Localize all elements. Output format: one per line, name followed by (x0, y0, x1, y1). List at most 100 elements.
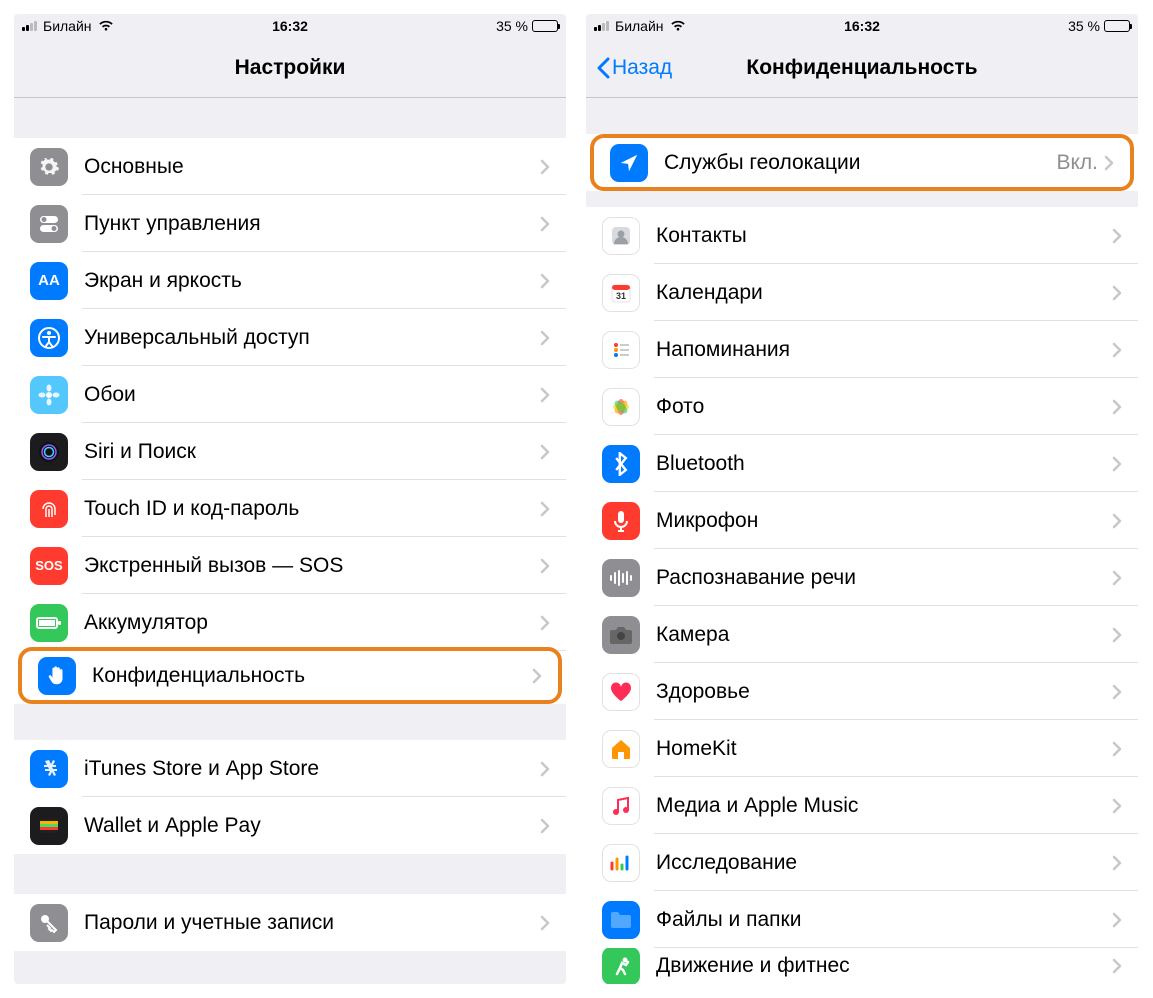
bt-icon (602, 445, 640, 483)
row-label: Файлы и папки (656, 908, 1112, 932)
AA-icon: AA (30, 262, 68, 300)
battery-label: 35 % (1068, 18, 1100, 34)
chevron-right-icon (1112, 456, 1122, 472)
gear-icon (30, 148, 68, 186)
chevron-right-icon (540, 387, 550, 403)
fitness-icon (602, 948, 640, 984)
chevron-right-icon (1112, 912, 1122, 928)
row-label: Напоминания (656, 338, 1112, 362)
row-label: Siri и Поиск (84, 440, 540, 464)
row-label: Touch ID и код-пароль (84, 497, 540, 521)
chevron-right-icon (540, 444, 550, 460)
chevron-right-icon (1112, 570, 1122, 586)
row-label: Исследование (656, 851, 1112, 875)
privacy-row-calendar[interactable]: 31Календари (586, 264, 1138, 321)
row-label: Экран и яркость (84, 269, 540, 293)
privacy-row-photos[interactable]: Фото (586, 378, 1138, 435)
home-icon (602, 730, 640, 768)
mic-icon (602, 502, 640, 540)
phone-settings: Билайн 16:32 35 % Настройки ОсновныеПунк… (14, 14, 566, 984)
settings-row-wallet[interactable]: Wallet и Apple Pay (14, 797, 566, 854)
privacy-row-mic[interactable]: Микрофон (586, 492, 1138, 549)
carrier-label: Билайн (43, 18, 92, 34)
wallet-icon (30, 807, 68, 845)
settings-row-toggles[interactable]: Пункт управления (14, 195, 566, 252)
access-icon (30, 319, 68, 357)
chevron-right-icon (1112, 798, 1122, 814)
settings-row-flower[interactable]: Обои (14, 366, 566, 423)
row-value: Вкл. (1056, 151, 1098, 175)
row-label: Bluetooth (656, 452, 1112, 476)
settings-row-appstore[interactable]: iTunes Store и App Store (14, 740, 566, 797)
nav-bar: Назад Конфиденциальность (586, 38, 1138, 98)
chevron-right-icon (1112, 958, 1122, 974)
back-label: Назад (612, 56, 672, 80)
privacy-row-camera[interactable]: Камера (586, 606, 1138, 663)
chevron-right-icon (1112, 741, 1122, 757)
chevron-right-icon (540, 216, 550, 232)
settings-row-hand[interactable]: Конфиденциальность (18, 647, 562, 704)
battery-icon (532, 20, 558, 32)
settings-row-AA[interactable]: AA Экран и яркость (14, 252, 566, 309)
chevron-right-icon (540, 159, 550, 175)
folder-icon (602, 901, 640, 939)
privacy-row-reminders[interactable]: Напоминания (586, 321, 1138, 378)
row-label: Универсальный доступ (84, 326, 540, 350)
row-label: Медиа и Apple Music (656, 794, 1112, 818)
status-bar: Билайн 16:32 35 % (586, 14, 1138, 38)
settings-row-sos[interactable]: SOSЭкстренный вызов — SOS (14, 537, 566, 594)
battery-icon (30, 604, 68, 642)
contacts-icon (602, 217, 640, 255)
privacy-row-home[interactable]: HomeKit (586, 720, 1138, 777)
privacy-row-location[interactable]: Службы геолокацииВкл. (590, 134, 1134, 191)
row-label: Контакты (656, 224, 1112, 248)
row-label: Wallet и Apple Pay (84, 814, 540, 838)
settings-row-gear[interactable]: Основные (14, 138, 566, 195)
flower-icon (30, 376, 68, 414)
music-icon (602, 787, 640, 825)
siri-icon (30, 433, 68, 471)
settings-row-key[interactable]: Пароли и учетные записи (14, 894, 566, 951)
toggles-icon (30, 205, 68, 243)
chevron-right-icon (540, 818, 550, 834)
phone-privacy: Билайн 16:32 35 % Назад Конфиденциальнос… (586, 14, 1138, 984)
row-label: Аккумулятор (84, 611, 540, 635)
row-label: Движение и фитнес (656, 954, 1112, 978)
chevron-right-icon (1112, 684, 1122, 700)
row-label: Пароли и учетные записи (84, 911, 540, 935)
row-label: Здоровье (656, 680, 1112, 704)
chevron-right-icon (1112, 855, 1122, 871)
chevron-right-icon (1112, 399, 1122, 415)
settings-row-finger[interactable]: Touch ID и код-пароль (14, 480, 566, 537)
row-label: Конфиденциальность (92, 664, 532, 688)
appstore-icon (30, 750, 68, 788)
privacy-row-music[interactable]: Медиа и Apple Music (586, 777, 1138, 834)
row-label: Распознавание речи (656, 566, 1112, 590)
reminders-icon (602, 331, 640, 369)
photos-icon (602, 388, 640, 426)
privacy-row-contacts[interactable]: Контакты (586, 207, 1138, 264)
privacy-row-research[interactable]: Исследование (586, 834, 1138, 891)
privacy-row-bt[interactable]: Bluetooth (586, 435, 1138, 492)
chevron-right-icon (540, 915, 550, 931)
privacy-row-heart[interactable]: Здоровье (586, 663, 1138, 720)
row-label: Основные (84, 155, 540, 179)
hand-icon (38, 657, 76, 695)
privacy-row-folder[interactable]: Файлы и папки (586, 891, 1138, 948)
nav-bar: Настройки (14, 38, 566, 98)
privacy-row-wave[interactable]: Распознавание речи (586, 549, 1138, 606)
settings-row-siri[interactable]: Siri и Поиск (14, 423, 566, 480)
row-label: Экстренный вызов — SOS (84, 554, 540, 578)
finger-icon (30, 490, 68, 528)
settings-row-access[interactable]: Универсальный доступ (14, 309, 566, 366)
wifi-icon (670, 20, 686, 32)
settings-row-battery[interactable]: Аккумулятор (14, 594, 566, 651)
privacy-row-fitness[interactable]: Движение и фитнес (586, 948, 1138, 984)
heart-icon (602, 673, 640, 711)
back-button[interactable]: Назад (596, 56, 672, 80)
chevron-right-icon (540, 501, 550, 517)
location-icon (610, 144, 648, 182)
carrier-label: Билайн (615, 18, 664, 34)
key-icon (30, 904, 68, 942)
chevron-right-icon (1112, 342, 1122, 358)
